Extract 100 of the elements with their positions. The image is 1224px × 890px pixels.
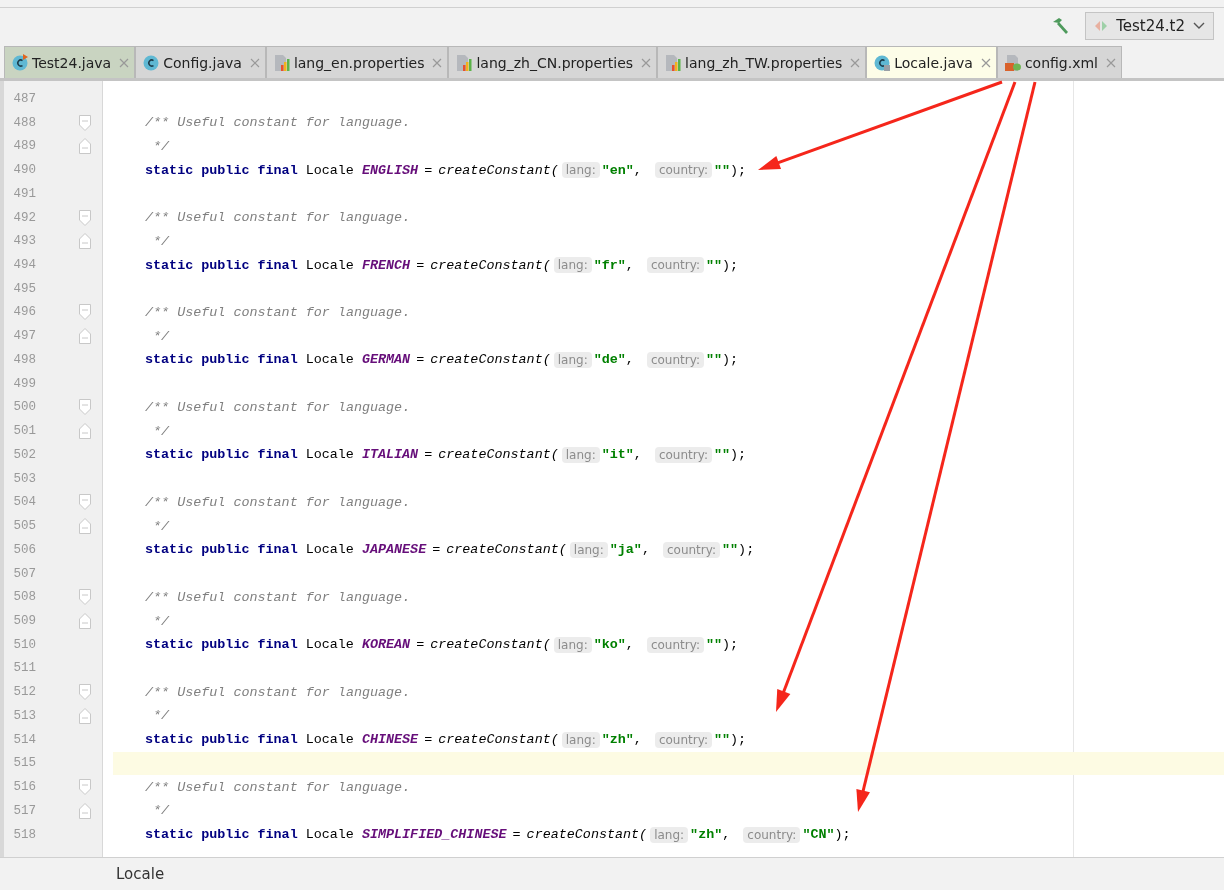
fold-icon[interactable]	[78, 494, 91, 511]
close-icon[interactable]	[432, 57, 443, 68]
fold-icon[interactable]	[78, 209, 91, 226]
code-method-call: createConstant(	[526, 827, 648, 843]
line-number: 511	[12, 661, 36, 676]
line-number: 516	[12, 780, 36, 795]
code-punctuation: );	[722, 352, 739, 368]
close-icon[interactable]	[850, 57, 861, 68]
breadcrumb[interactable]: Locale	[116, 865, 165, 883]
code-comment: */	[152, 138, 170, 154]
code-comment: */	[152, 803, 170, 819]
code-string: ""	[713, 447, 731, 463]
line-number: 501	[12, 424, 36, 439]
line-number: 509	[12, 614, 36, 628]
parameter-hint: country:	[662, 541, 720, 558]
close-icon[interactable]	[1106, 57, 1116, 68]
class-file-icon	[11, 53, 29, 72]
code-keyword: static public final	[145, 162, 298, 178]
editor-tab[interactable]: Test24.java	[4, 46, 136, 78]
code-method-call: createConstant(	[446, 542, 567, 558]
fold-icon[interactable]	[78, 399, 91, 416]
code-punctuation: ,	[625, 637, 634, 653]
code-comment: /** Useful constant for language.	[145, 779, 411, 795]
code-keyword: static public final	[145, 257, 298, 273]
properties-file-icon	[664, 53, 683, 72]
class-file-icon	[873, 53, 892, 72]
class-file-icon	[142, 53, 161, 72]
code-method-call: createConstant(	[430, 352, 551, 368]
editor-tab[interactable]: Config.java	[135, 46, 266, 78]
caret-icon	[1193, 22, 1205, 30]
code-comment: /** Useful constant for language.	[145, 399, 411, 415]
line-number: 502	[12, 447, 36, 462]
fold-icon[interactable]	[78, 518, 91, 535]
line-number: 498	[12, 352, 36, 367]
parameter-hint: lang:	[561, 731, 600, 748]
code-identifier: KOREAN	[361, 637, 411, 653]
code-comment: /** Useful constant for language.	[145, 115, 411, 131]
code-operator: =	[424, 162, 433, 178]
code-type: Locale	[305, 732, 354, 748]
parameter-hint: country:	[743, 826, 801, 843]
code-keyword: static public final	[145, 827, 298, 843]
code-keyword: static public final	[145, 352, 298, 368]
fold-icon[interactable]	[78, 589, 91, 606]
code-string: ""	[713, 162, 731, 178]
code-keyword: static public final	[145, 542, 298, 558]
code-identifier: ITALIAN	[361, 447, 419, 463]
code-string: "de"	[593, 352, 626, 368]
line-number: 508	[12, 590, 36, 605]
line-number: 500	[12, 400, 36, 415]
code-method-call: createConstant(	[430, 637, 551, 653]
fold-icon[interactable]	[78, 138, 91, 155]
close-icon[interactable]	[249, 57, 260, 68]
code-string: ""	[705, 257, 722, 273]
xml-file-icon	[1003, 53, 1022, 72]
code-string: "zh"	[690, 827, 723, 843]
line-number: 491	[12, 186, 36, 201]
close-icon[interactable]	[641, 57, 652, 68]
fold-icon[interactable]	[78, 114, 91, 131]
run-configuration-icon	[1094, 19, 1109, 33]
code-type: Locale	[305, 542, 354, 558]
code-type: Locale	[305, 352, 354, 368]
code-identifier: FRENCH	[361, 257, 411, 273]
parameter-hint: lang:	[561, 162, 600, 179]
code-comment: /** Useful constant for language.	[145, 494, 411, 510]
fold-icon[interactable]	[78, 779, 91, 796]
parameter-hint: country:	[646, 636, 704, 653]
parameter-hint: lang:	[553, 351, 592, 368]
run-configuration-dropdown[interactable]: Test24.t2	[1085, 12, 1214, 40]
code-type: Locale	[305, 257, 354, 273]
line-number: 505	[12, 519, 36, 534]
fold-icon[interactable]	[78, 328, 91, 345]
line-number: 497	[12, 329, 36, 344]
close-icon[interactable]	[980, 57, 991, 68]
line-number: 510	[12, 637, 36, 652]
code-identifier: CHINESE	[361, 732, 419, 748]
fold-icon[interactable]	[78, 684, 91, 701]
fold-icon[interactable]	[78, 707, 91, 724]
code-identifier: SIMPLIFIED_CHINESE	[361, 827, 507, 843]
editor-tab[interactable]: lang_en.properties	[265, 46, 449, 78]
code-comment: /** Useful constant for language.	[145, 589, 411, 605]
code-type: Locale	[305, 447, 354, 463]
fold-icon[interactable]	[78, 613, 91, 629]
editor-tab[interactable]: lang_zh_TW.properties	[657, 46, 867, 78]
editor-tab[interactable]: config.xml	[996, 46, 1122, 78]
code-punctuation: );	[722, 637, 739, 653]
code-comment: /** Useful constant for language.	[145, 210, 411, 226]
line-number: 488	[12, 115, 36, 130]
code-operator: =	[424, 447, 433, 463]
line-number: 514	[12, 732, 36, 747]
fold-icon[interactable]	[78, 304, 91, 321]
editor-tab[interactable]: Locale.java	[866, 46, 997, 78]
close-icon[interactable]	[119, 57, 130, 68]
fold-icon[interactable]	[78, 802, 91, 819]
code-method-call: createConstant(	[438, 447, 559, 463]
fold-icon[interactable]	[78, 423, 91, 440]
code-string: "ja"	[609, 542, 642, 558]
code-punctuation: );	[730, 732, 747, 748]
fold-icon[interactable]	[78, 233, 91, 250]
code-type: Locale	[305, 827, 354, 843]
editor-tab[interactable]: lang_zh_CN.properties	[448, 46, 658, 78]
